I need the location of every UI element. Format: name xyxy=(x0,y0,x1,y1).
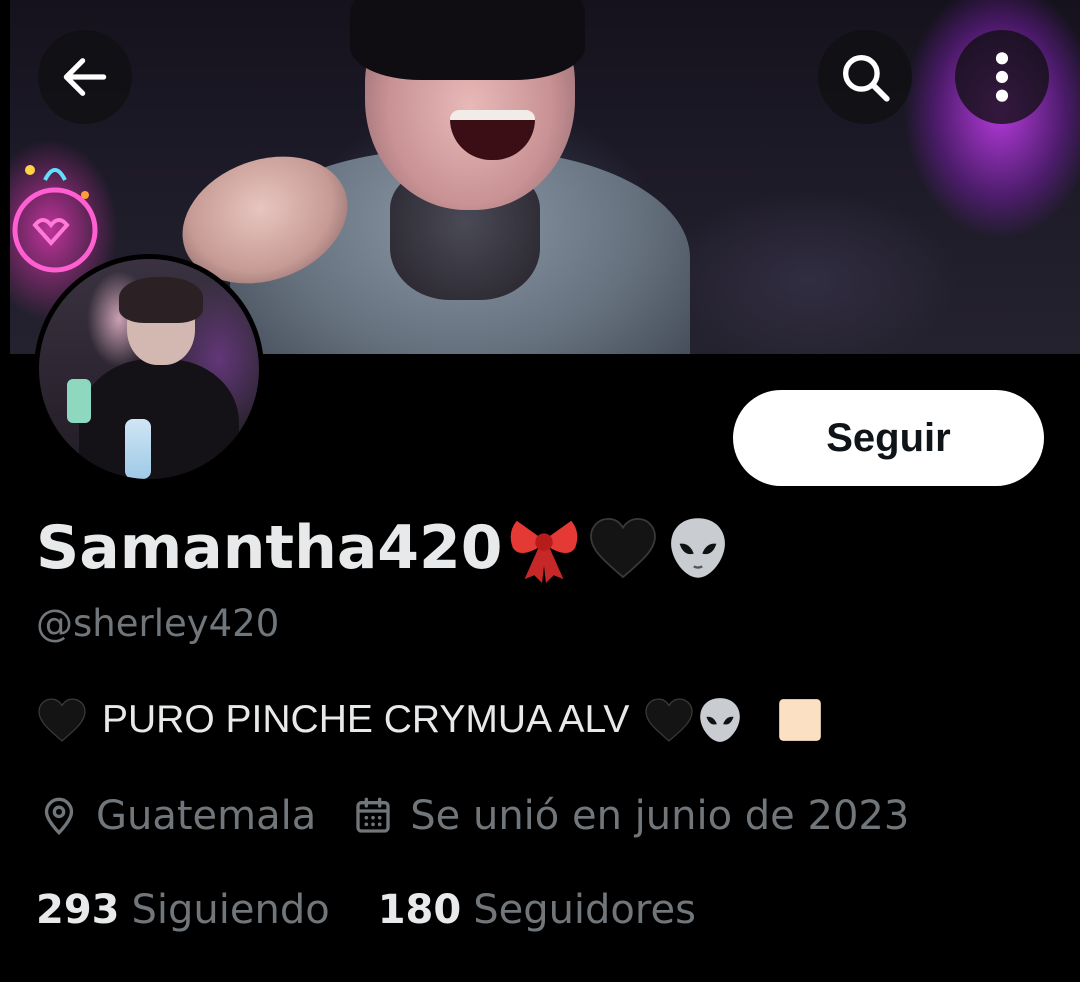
display-name-text: Samantha420 xyxy=(36,513,503,583)
avatar[interactable] xyxy=(34,254,264,484)
avatar-person-body xyxy=(79,359,239,479)
search-icon xyxy=(843,55,890,102)
joined-date-text: Se unió en junio de 2023 xyxy=(410,793,910,839)
black-heart-emoji-icon xyxy=(589,518,656,579)
bio-text: PURO PINCHE CRYMUA ALV xyxy=(102,698,630,741)
search-button[interactable] xyxy=(818,30,912,124)
back-button[interactable] xyxy=(38,30,132,124)
alien-emoji-icon xyxy=(700,698,741,742)
avatar-mint-can xyxy=(67,379,91,423)
follow-button[interactable]: Seguir xyxy=(733,390,1044,486)
followers-link[interactable]: 180 Seguidores xyxy=(378,887,696,933)
alien-emoji-icon xyxy=(670,518,725,578)
calendar-icon xyxy=(350,793,396,839)
more-vertical-icon xyxy=(995,52,1009,102)
followers-count: 180 xyxy=(377,887,462,933)
user-handle: @sherley420 xyxy=(36,602,280,645)
more-options-button[interactable] xyxy=(955,30,1049,124)
arrow-left-icon xyxy=(63,58,107,96)
banner-person-hair xyxy=(350,0,585,80)
black-heart-emoji-icon xyxy=(645,698,693,742)
following-count: 293 xyxy=(36,887,120,933)
profile-stats: 293 Siguiendo 180 Seguidores xyxy=(36,880,696,940)
avatar-water-bottle xyxy=(125,419,151,479)
following-label: Siguiendo xyxy=(131,887,330,933)
profile-meta: Guatemala Se unió en junio de 2023 xyxy=(36,788,909,844)
avatar-person-hair xyxy=(119,277,203,323)
location-text: Guatemala xyxy=(96,793,317,839)
display-name: Samantha420 xyxy=(36,508,733,588)
following-link[interactable]: 293 Siguiendo xyxy=(36,887,330,933)
black-heart-emoji-icon xyxy=(38,698,86,742)
followers-label: Seguidores xyxy=(473,887,696,933)
beige-square-emoji-icon xyxy=(779,699,822,741)
ribbon-emoji-icon xyxy=(510,520,577,583)
follow-button-label: Seguir xyxy=(826,415,951,460)
profile-bio: PURO PINCHE CRYMUA ALV xyxy=(36,692,825,748)
location-pin-icon xyxy=(36,793,82,839)
